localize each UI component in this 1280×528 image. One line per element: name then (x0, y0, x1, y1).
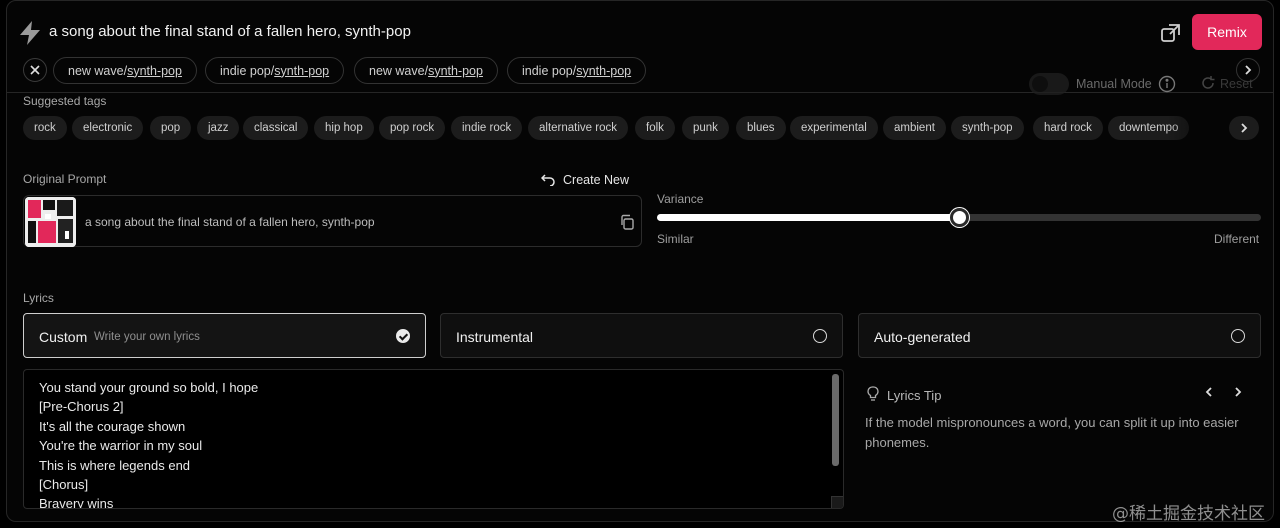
refresh-icon[interactable] (1200, 75, 1216, 91)
radio-icon (813, 329, 827, 343)
lyrics-tip-text: If the model mispronounces a word, you c… (865, 415, 1239, 450)
tags-fade (1167, 113, 1227, 143)
tag-chip[interactable]: alternative rock (528, 116, 628, 140)
chevron-right-icon (1241, 123, 1248, 133)
tag-chip[interactable]: jazz (197, 116, 240, 140)
lyrics-textarea[interactable]: You stand your ground so bold, I hope [Pr… (23, 369, 844, 509)
lyrics-mode-auto[interactable]: Auto-generated (858, 313, 1261, 358)
chevron-left-icon[interactable] (1201, 384, 1217, 400)
tag-chip[interactable]: indie rock (451, 116, 523, 140)
lyrics-line: You stand your ground so bold, I hope (39, 380, 259, 395)
variance-fill (657, 214, 959, 221)
create-new-button[interactable]: Create New (541, 173, 629, 187)
lyrics-line: You're the warrior in my soul (39, 438, 203, 454)
manual-mode-toggle[interactable] (1029, 73, 1069, 95)
original-prompt-box: a song about the final stand of a fallen… (23, 195, 642, 247)
original-prompt-label: Original Prompt (23, 172, 107, 186)
chevron-right-icon[interactable] (1230, 384, 1246, 400)
style-chip[interactable]: new wave/synth-pop (53, 57, 197, 84)
remix-button[interactable]: Remix (1192, 14, 1262, 50)
resize-handle[interactable] (831, 496, 843, 508)
variance-label: Variance (657, 192, 704, 206)
lyrics-line: Bravery wins (39, 496, 114, 509)
lyrics-scrollbar[interactable] (832, 374, 839, 466)
tag-chip[interactable]: synth-pop (951, 116, 1024, 140)
close-icon (30, 65, 40, 75)
lyrics-tip-title: Lyrics Tip (887, 388, 942, 403)
tag-chip[interactable]: ambient (883, 116, 946, 140)
tag-chip[interactable]: pop rock (379, 116, 446, 140)
cover-thumbnail (25, 197, 76, 247)
tag-chip[interactable]: classical (243, 116, 309, 140)
tag-chip[interactable]: experimental (790, 116, 878, 140)
copy-icon[interactable] (619, 214, 635, 230)
variance-thumb[interactable] (950, 208, 969, 227)
lightbulb-icon (867, 386, 879, 401)
refresh-label: Reset (1220, 77, 1253, 91)
song-title: a song about the final stand of a fallen… (49, 23, 411, 40)
manual-mode-label: Manual Mode (1076, 77, 1152, 91)
radio-checked-icon (396, 329, 410, 343)
remix-panel: a song about the final stand of a fallen… (6, 0, 1274, 522)
lyrics-line: [Chorus] (39, 477, 89, 492)
lyrics-line: [Pre-Chorus 2] (39, 399, 124, 415)
radio-icon (1231, 329, 1245, 343)
watermark: @稀土掘金技术社区 (1112, 504, 1265, 524)
style-chip[interactable]: indie pop/synth-pop (507, 57, 647, 84)
variance-min-label: Similar (657, 232, 694, 246)
chevron-right-icon (1245, 65, 1252, 75)
tag-chip[interactable]: pop (150, 116, 192, 140)
suggested-tags-label: Suggested tags (23, 94, 107, 108)
lightning-icon (20, 21, 40, 45)
tag-chip[interactable]: punk (682, 116, 729, 140)
tags-next-button[interactable] (1229, 116, 1259, 140)
lyrics-label: Lyrics (23, 291, 54, 305)
lyrics-line: This is where legends end (39, 457, 191, 473)
original-prompt-text: a song about the final stand of a fallen… (85, 215, 375, 229)
style-chip[interactable]: indie pop/synth-pop (205, 57, 345, 84)
variance-max-label: Different (1214, 232, 1260, 246)
variance-slider[interactable] (657, 208, 1261, 227)
tag-chip[interactable]: hip hop (314, 116, 374, 140)
tag-chip[interactable]: electronic (72, 116, 144, 140)
lyrics-mode-instrumental[interactable]: Instrumental (440, 313, 843, 358)
lyrics-line: It's all the courage shown (39, 418, 186, 434)
lyrics-mode-custom[interactable]: Custom Write your own lyrics (23, 313, 426, 358)
clear-styles-button[interactable] (23, 58, 47, 82)
share-icon[interactable] (1159, 21, 1183, 45)
tag-chip[interactable]: folk (635, 116, 675, 140)
tag-chip[interactable]: hard rock (1033, 116, 1103, 140)
header: a song about the final stand of a fallen… (7, 1, 1273, 95)
undo-icon (541, 174, 555, 186)
tag-chip[interactable]: rock (23, 116, 67, 140)
style-chip[interactable]: new wave/synth-pop (354, 57, 498, 84)
tag-chip[interactable]: blues (736, 116, 786, 140)
info-icon[interactable] (1158, 75, 1176, 93)
